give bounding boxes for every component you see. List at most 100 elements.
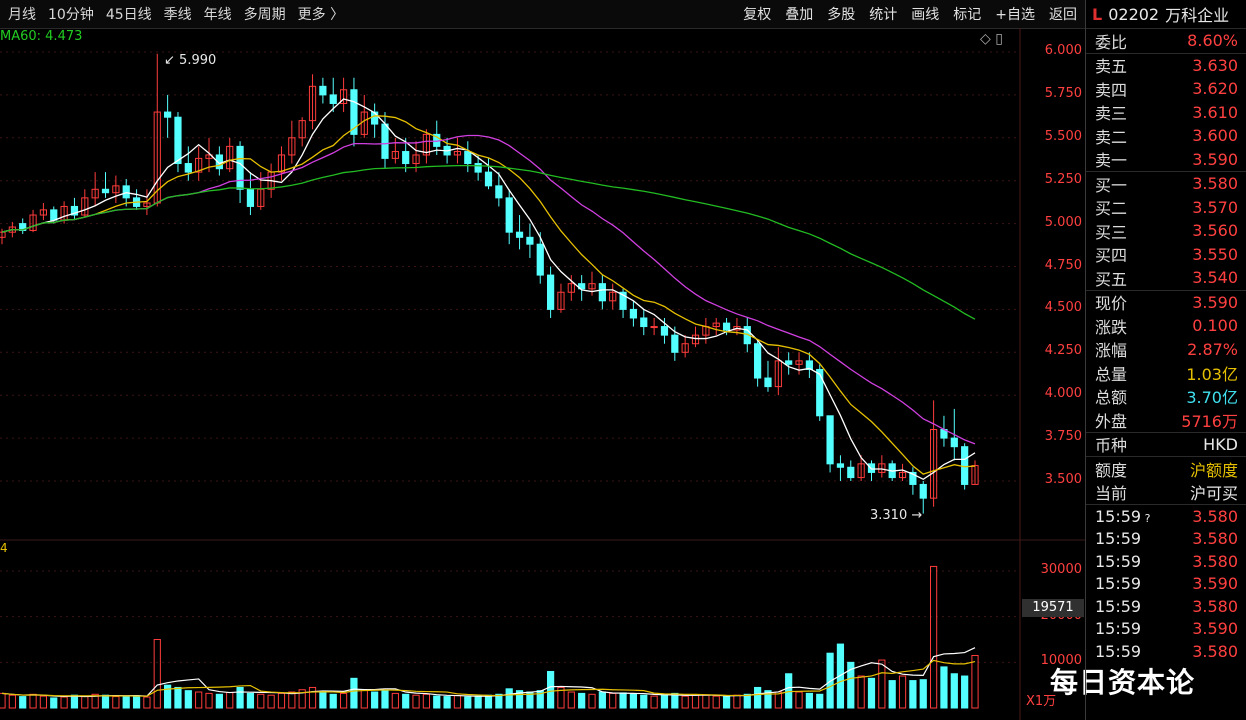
price-tick: 3.750 (1044, 429, 1082, 445)
volume-bar (381, 690, 389, 709)
volume-bar (733, 694, 741, 709)
volume-bar (909, 680, 917, 709)
volume-bar (857, 675, 865, 709)
volume-bar (226, 691, 234, 709)
ask-row-label: 卖五 (1095, 57, 1128, 77)
tick-row[interactable]: 15:59 3.580 (1086, 550, 1246, 573)
volume-bar (70, 694, 79, 709)
candle-body (826, 415, 834, 465)
volume-bar (929, 565, 938, 709)
low-annotation: 3.310 → (870, 508, 923, 523)
volume-grid (0, 570, 1020, 663)
candle-body (164, 111, 172, 118)
candle-body (660, 326, 669, 336)
volume-bar (143, 696, 151, 709)
tick-time: 15:59 (1095, 642, 1141, 661)
price-tick: 5.000 (1044, 214, 1082, 230)
bid-row-label: 买一 (1095, 175, 1128, 195)
volume-bar (319, 691, 327, 709)
volume-bar (350, 677, 358, 709)
price-tick: 5.750 (1044, 85, 1082, 101)
candle-body (847, 466, 855, 479)
volume-bar (0, 692, 6, 709)
tick-time-text: 15:59 (1095, 506, 1142, 526)
volume-indicator-label: 4 (0, 541, 8, 555)
volume-bar (112, 696, 120, 709)
volume-bar (308, 686, 317, 709)
price-tick: 4.500 (1044, 300, 1082, 316)
volume-bar (567, 691, 575, 709)
tick-time-text: 15:59 (1095, 596, 1142, 616)
stock-mark: L (1092, 4, 1103, 24)
ask-row-value: 3.610 (1192, 102, 1238, 122)
stock-code: 02202 (1108, 4, 1160, 24)
ask-row-value: 3.630 (1192, 55, 1238, 75)
volume-bar (215, 693, 223, 709)
volume-bar (691, 694, 700, 709)
bid-row-value: 3.580 (1192, 174, 1238, 194)
tick-row[interactable]: 15:59 3.580 (1086, 640, 1246, 663)
price-tick: 3.500 (1044, 472, 1082, 487)
tick-list[interactable]: 15:59 ? 3.580 15:59 3.580 15:59 3.580 15:59 3.5… (1086, 505, 1246, 663)
volume-bar (702, 694, 710, 709)
volume-bar (474, 695, 482, 709)
stat-row: 涨幅 2.87% (1086, 338, 1246, 362)
tick-row[interactable]: 15:59 ? 3.580 (1086, 505, 1246, 528)
bid-row: 买三 3.560 (1086, 219, 1246, 243)
volume-bar (422, 693, 430, 709)
volume-bar (940, 666, 948, 709)
volume-bar (629, 693, 638, 709)
currency-row: 币种 HKD (1095, 434, 1238, 456)
volume-bar (578, 692, 586, 709)
ask-row: 卖一 3.590 (1086, 148, 1246, 172)
volume-bar (132, 695, 141, 709)
candle-body (629, 308, 638, 319)
volume-bar (267, 694, 275, 709)
candle-body (464, 151, 472, 165)
volume-bar (246, 692, 255, 709)
volume-bar (195, 691, 203, 709)
stat-row-label: 涨幅 (1095, 341, 1128, 361)
bid-row-label: 买三 (1095, 222, 1128, 242)
volume-bar (712, 695, 720, 709)
ask-row-value: 3.620 (1192, 79, 1238, 99)
volume-bar (329, 693, 337, 709)
volume-bar (505, 688, 513, 709)
volume-bar (609, 692, 617, 709)
volume-bar (660, 694, 669, 709)
tick-flag: ? (1141, 511, 1151, 525)
bid-row: 买四 3.550 (1086, 243, 1246, 267)
candle-body (174, 116, 182, 165)
volume-bar (888, 680, 896, 709)
candle-body (319, 85, 327, 96)
candle-body (764, 377, 772, 388)
volume-bar (650, 695, 658, 709)
candle-body (505, 197, 513, 233)
candle-body (650, 326, 658, 329)
arrow-icon: ↙ (164, 53, 175, 68)
kline-chart[interactable] (0, 0, 1085, 720)
price-tick: 5.250 (1044, 171, 1082, 187)
tick-row[interactable]: 15:59 3.590 (1086, 573, 1246, 596)
volume-bar (288, 691, 296, 709)
volume-bar (236, 686, 244, 709)
candle-body (526, 236, 534, 245)
volume-bar (971, 654, 979, 709)
stat-row: 涨跌 0.100 (1086, 314, 1246, 338)
volume-bar (39, 695, 48, 709)
stock-header[interactable]: L 02202 万科企业 (1086, 0, 1246, 29)
candle-body (0, 231, 6, 238)
tick-row[interactable]: 15:59 3.590 (1086, 618, 1246, 641)
volume-bar (588, 693, 596, 709)
ask-row: 卖二 3.600 (1086, 124, 1246, 148)
volume-bar (277, 692, 286, 709)
bid-row: 买五 3.540 (1086, 266, 1246, 290)
tick-row[interactable]: 15:59 3.580 (1086, 528, 1246, 551)
volume-bar (19, 696, 27, 709)
candle-body (402, 151, 410, 165)
tick-row[interactable]: 15:59 3.580 (1086, 595, 1246, 618)
volume-bar (50, 697, 58, 709)
tick-time-text: 15:59 (1095, 619, 1142, 639)
volume-bar (785, 673, 793, 709)
volume-bar (174, 686, 182, 709)
